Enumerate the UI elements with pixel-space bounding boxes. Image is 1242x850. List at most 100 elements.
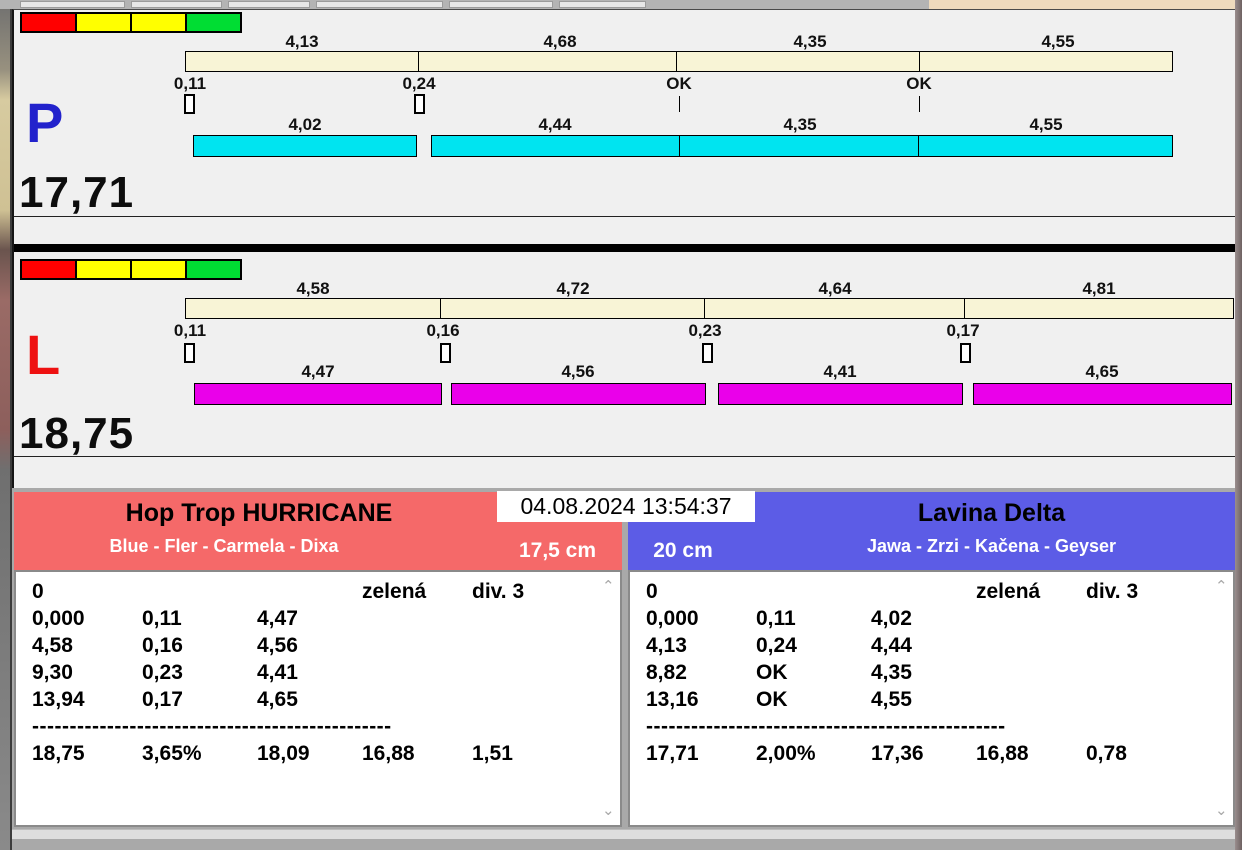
traffic-light-l <box>20 259 242 280</box>
team-right-results[interactable]: 0 zelená div. 3 0,000 0,11 4,02 4,13 0,24 4,44 8,… <box>628 570 1235 827</box>
l-reference-bar-seg3 <box>705 298 965 319</box>
traffic-light-red <box>22 14 77 31</box>
table-cell: OK <box>756 688 788 711</box>
table-cell: 4,35 <box>871 661 912 684</box>
l-reference-bar <box>185 298 1234 319</box>
table-cell: 0,78 <box>1086 742 1127 765</box>
traffic-light-yellow2 <box>132 261 187 278</box>
p-change-marker-3 <box>679 96 680 112</box>
table-row: 8,82 OK 4,35 <box>630 659 1233 686</box>
team-right-name: Lavina Delta <box>917 499 1066 527</box>
l-change-4: 0,17 <box>946 321 980 340</box>
table-divider: ----------------------------------------… <box>32 715 392 738</box>
table-row: 0,000 0,11 4,02 <box>630 605 1233 632</box>
table-cell: 0,000 <box>646 607 699 630</box>
table-cell: 13,94 <box>32 688 85 711</box>
l-time-bar-seg4 <box>973 383 1232 405</box>
table-cell: 18,75 <box>32 742 85 765</box>
toolbar-segment[interactable] <box>131 1 222 8</box>
l-change-marker-1 <box>184 343 195 363</box>
toolbar-segment[interactable] <box>228 1 310 8</box>
p-opponent-split-4: 4,55 <box>1041 32 1075 51</box>
p-time-bar-seg1 <box>193 135 417 157</box>
table-row: 4,58 0,16 4,56 <box>16 632 620 659</box>
p-reference-bar-seg1 <box>185 51 419 72</box>
toolbar-segment[interactable] <box>316 1 443 8</box>
p-opponent-split-2: 4,68 <box>543 32 577 51</box>
table-cell: 4,55 <box>871 688 912 711</box>
team-left-results[interactable]: 0 zelená div. 3 0,000 0,11 4,47 4,58 0,16 4,56 9,… <box>14 570 622 827</box>
l-split-1: 4,47 <box>301 362 335 381</box>
p-split-4: 4,55 <box>1029 115 1063 134</box>
p-total-time: 17,71 <box>19 168 135 217</box>
lane-letter-p: P <box>26 91 64 154</box>
l-time-bar-seg1 <box>194 383 442 405</box>
p-change-3: OK <box>666 74 692 93</box>
table-cell: 13,16 <box>646 688 699 711</box>
table-cell: 17,71 <box>646 742 699 765</box>
table-cell: OK <box>756 661 788 684</box>
traffic-light-red <box>22 261 77 278</box>
team-right-height: 20 cm <box>653 539 713 562</box>
table-cell: 0,11 <box>756 607 796 630</box>
l-split-2: 4,56 <box>561 362 595 381</box>
scroll-down-icon[interactable]: ⌄ <box>1215 803 1228 818</box>
team-card-left: Hop Trop HURRICANE Blue - Fler - Carmela… <box>14 492 622 827</box>
p-opponent-split-1: 4,13 <box>285 32 319 51</box>
table-cell: 0,11 <box>142 607 182 630</box>
l-reference-bar-seg2 <box>441 298 705 319</box>
lane-letter-l: L <box>26 323 61 386</box>
l-change-marker-4 <box>960 343 971 363</box>
table-cell: 4,02 <box>871 607 912 630</box>
panel-divider <box>14 244 1235 252</box>
table-row: 0 zelená div. 3 <box>630 578 1233 605</box>
scroll-down-icon[interactable]: ⌄ <box>602 803 615 818</box>
p-split-1: 4,02 <box>288 115 322 134</box>
table-cell: 2,00% <box>756 742 816 765</box>
table-row: 13,16 OK 4,55 <box>630 686 1233 713</box>
scroll-up-icon[interactable]: ⌃ <box>1215 579 1228 594</box>
table-cell: 0 <box>32 580 44 603</box>
toolbar-segment[interactable] <box>449 1 553 8</box>
team-left-height: 17,5 cm <box>518 539 597 562</box>
p-change-2: 0,24 <box>402 74 436 93</box>
table-row: ----------------------------------------… <box>630 713 1233 740</box>
l-opponent-split-4: 4,81 <box>1082 279 1116 298</box>
toolbar-segment[interactable] <box>559 1 646 8</box>
traffic-light-green <box>187 14 240 31</box>
table-row: 9,30 0,23 4,41 <box>16 659 620 686</box>
p-reference-bar <box>185 51 1173 72</box>
table-divider: ----------------------------------------… <box>646 715 1006 738</box>
datetime-display: 04.08.2024 13:54:37 <box>497 491 755 522</box>
l-time-bar-seg3 <box>718 383 963 405</box>
table-cell: 17,36 <box>871 742 924 765</box>
table-cell: 4,47 <box>257 607 298 630</box>
table-row: 13,94 0,17 4,65 <box>16 686 620 713</box>
table-cell: 16,88 <box>976 742 1029 765</box>
window-right-border <box>1235 0 1242 850</box>
scroll-up-icon[interactable]: ⌃ <box>602 579 615 594</box>
p-opponent-split-3: 4,35 <box>793 32 827 51</box>
table-row: ----------------------------------------… <box>16 713 620 740</box>
l-change-marker-3 <box>702 343 713 363</box>
table-cell: 0,000 <box>32 607 85 630</box>
table-cell: 0,24 <box>756 634 797 657</box>
traffic-light-yellow1 <box>77 14 132 31</box>
timing-panels: 4,13 4,68 4,35 4,55 0,11 0,24 OK OK 4,02… <box>12 9 1235 488</box>
toolbar-segment[interactable] <box>20 1 125 8</box>
table-cell: 0,17 <box>142 688 183 711</box>
table-cell: div. 3 <box>472 580 525 603</box>
l-opponent-split-3: 4,64 <box>818 279 852 298</box>
table-cell: 0,16 <box>142 634 183 657</box>
table-cell: 1,51 <box>472 742 513 765</box>
p-time-bar-seg3 <box>679 135 919 157</box>
table-cell: 4,41 <box>257 661 298 684</box>
table-cell: 3,65% <box>142 742 202 765</box>
l-change-1: 0,11 <box>173 321 207 340</box>
p-change-1: 0,11 <box>173 74 207 93</box>
table-cell: 0 <box>646 580 658 603</box>
p-change-marker-2 <box>414 94 425 114</box>
p-reference-bar-seg3 <box>677 51 920 72</box>
table-cell: 18,09 <box>257 742 310 765</box>
l-reference-bar-seg1 <box>185 298 441 319</box>
